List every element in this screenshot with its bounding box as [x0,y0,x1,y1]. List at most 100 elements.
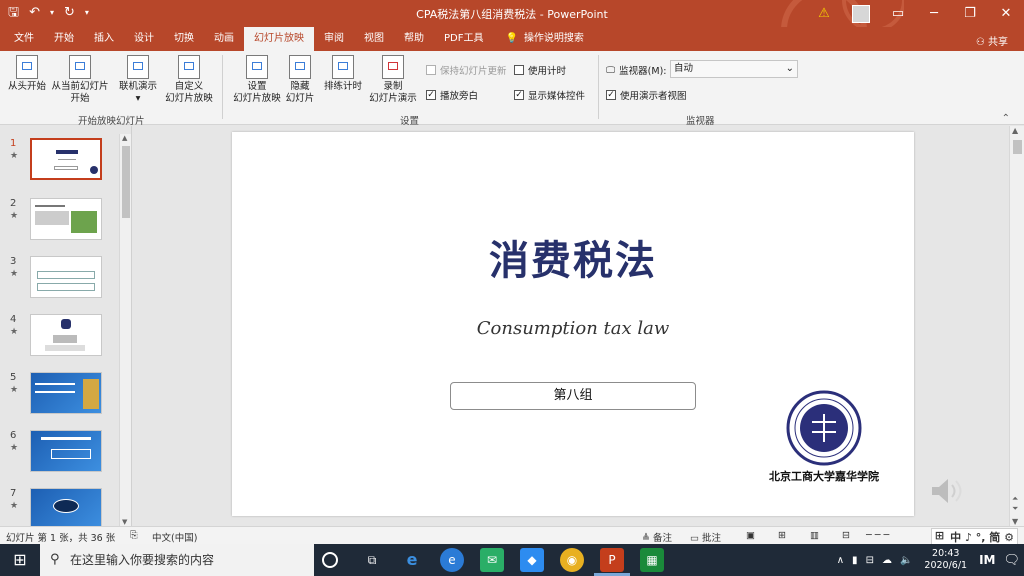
messenger-icon[interactable]: ◆ [520,548,544,572]
tab-review[interactable]: 审阅 [314,27,354,51]
clock[interactable]: 20:43 2020/6/1 [924,548,967,572]
minimize-button[interactable]: ─ [916,6,952,21]
ime-grid-icon[interactable]: ⊞ [935,529,944,545]
taskbar-search[interactable]: ⚲ 在这里输入你要搜索的内容 [40,544,314,576]
monitor-select[interactable]: 自动 ⌄ [670,60,798,78]
checkbox-icon [426,65,436,75]
slide-show-icon[interactable]: ⊟ [842,530,850,541]
from-beginning-button[interactable]: 从头开始 [6,55,48,93]
ie-icon[interactable]: e [440,548,464,572]
tab-animations[interactable]: 动画 [204,27,244,51]
slide-thumbnail[interactable] [30,372,102,414]
scroll-down-icon[interactable]: ▼ [122,518,127,526]
wechat-icon[interactable]: ✉ [480,548,504,572]
tell-me-search[interactable]: 💡 操作说明搜索 [493,27,593,51]
monitor-label: 🖵 监视器(M): [606,64,667,78]
speaker-icon[interactable] [928,476,964,506]
group-label-setup: 设置 [400,116,420,127]
tab-view[interactable]: 视图 [354,27,394,51]
slide-thumbnail[interactable] [30,138,102,180]
presenter-view-checkbox[interactable]: ✓ 使用演示者视图 [606,88,687,102]
input-method-indicator[interactable]: IM [979,553,995,567]
slide-subtitle[interactable]: Consumption tax law [232,318,914,339]
keep-slides-updated-checkbox[interactable]: 保持幻灯片更新 [426,63,507,77]
slide-thumbnail[interactable] [30,314,102,356]
comments-button[interactable]: ▭ 批注 [690,530,721,544]
slide[interactable]: 消费税法 Consumption tax law 第八组 北京工商大学嘉华学院 [232,132,914,516]
record-slide-show-button[interactable]: 录制 幻灯片演示 [364,55,422,105]
slide-scrollbar[interactable]: ▲ ⏶ ⏷ ▼ [1009,126,1024,526]
avatar[interactable] [852,4,870,23]
scroll-up-icon[interactable]: ▲ [122,134,127,142]
from-current-slide-button[interactable]: 从当前幻灯片 开始 [50,55,110,105]
rehearse-timings-button[interactable]: 排练计时 [322,55,364,93]
collapse-ribbon-icon[interactable]: ⌃ [1002,113,1010,124]
slide-thumbnail[interactable] [30,430,102,472]
close-button[interactable]: ✕ [988,6,1024,21]
tab-help[interactable]: 帮助 [394,27,434,51]
cortana-icon[interactable] [322,552,338,568]
logo-lettering: 北京工商大学嘉华学院 [769,470,879,483]
thumbnail-item[interactable]: 6 ★ [0,430,120,480]
slide-thumbnail[interactable] [30,198,102,240]
scroll-thumb[interactable] [1013,140,1022,154]
tab-transitions[interactable]: 切换 [164,27,204,51]
share-button[interactable]: ⚇ 共享 [976,33,1008,48]
thumbnail-item[interactable]: 1 ★ [0,138,120,188]
next-slide-icon[interactable]: ⏷ [1012,504,1018,514]
windows-start-icon[interactable]: ⊞ [0,544,40,576]
thumbnail-item[interactable]: 4 ★ [0,314,120,364]
scroll-thumb[interactable] [122,146,130,218]
transition-star-icon: ★ [10,151,19,161]
tab-home[interactable]: 开始 [44,27,84,51]
app-icon[interactable]: ▦ [640,548,664,572]
task-view-icon[interactable]: ⧉ [360,548,384,572]
ribbon-display-options-icon[interactable]: ▭ [880,6,916,21]
network-icon[interactable]: ⊟ [866,555,874,566]
tab-insert[interactable]: 插入 [84,27,124,51]
tab-design[interactable]: 设计 [124,27,164,51]
setup-show-icon [246,55,268,79]
show-media-controls-checkbox[interactable]: ✓ 显示媒体控件 [514,88,585,102]
scroll-down-icon[interactable]: ▼ [1012,517,1018,526]
edge-icon[interactable]: e [400,548,424,572]
restore-button[interactable]: ❐ [952,6,988,21]
thumbnail-item[interactable]: 3 ★ [0,256,120,306]
chrome-icon[interactable]: ◉ [560,548,584,572]
thumbnail-item[interactable]: 5 ★ [0,372,120,422]
present-online-button[interactable]: 联机演示 ▾ [116,55,160,105]
tab-slide-show[interactable]: 幻灯片放映 [244,27,314,51]
hide-slide-button[interactable]: 隐藏 幻灯片 [284,55,316,105]
thumbnail-scrollbar[interactable]: ▲ ▼ [119,134,131,526]
normal-view-icon[interactable]: ▣ [746,530,755,541]
volume-icon[interactable]: 🔈 [900,555,912,566]
slide-sorter-icon[interactable]: ⊞ [778,530,786,541]
use-timings-checkbox[interactable]: 使用计时 [514,63,566,77]
tab-file[interactable]: 文件 [4,27,44,51]
thumbnail-item[interactable]: 2 ★ [0,198,120,248]
spellcheck-icon[interactable]: ⎘ [130,530,138,541]
custom-slide-show-button[interactable]: 自定义 幻灯片放映 [160,55,218,105]
group-label-start: 开始放映幻灯片 [78,116,145,127]
slide-thumbnail[interactable] [30,256,102,298]
checkmark-icon: ✓ [426,90,436,100]
show-hidden-icons-icon[interactable]: ∧ [837,555,844,566]
scroll-up-icon[interactable]: ▲ [1012,126,1018,135]
play-narrations-checkbox[interactable]: ✓ 播放旁白 [426,88,478,102]
slide-title[interactable]: 消费税法 [232,228,914,286]
zoom-slider[interactable]: ─ ─ ─ [866,530,889,541]
defender-icon[interactable]: ▮ [852,555,858,566]
notes-button[interactable]: ≜ 备注 [642,530,672,544]
previous-slide-icon[interactable]: ⏶ [1012,494,1018,504]
notification-icon[interactable]: 🗨 [1003,553,1020,568]
language-indicator[interactable]: 中文(中国) [152,530,197,544]
slide-thumbnail[interactable] [30,488,102,530]
slide-counter: 幻灯片 第 1 张，共 36 张 [6,533,116,544]
cloud-icon[interactable]: ☁ [882,555,892,566]
set-up-slide-show-button[interactable]: 设置 幻灯片放映 [230,55,284,105]
reading-view-icon[interactable]: ▥ [810,530,819,541]
group-textbox[interactable]: 第八组 [450,382,696,410]
warning-icon[interactable]: ⚠ [806,6,842,21]
tab-pdf-tools[interactable]: PDF工具 [434,27,493,51]
powerpoint-icon[interactable]: P [600,548,624,572]
